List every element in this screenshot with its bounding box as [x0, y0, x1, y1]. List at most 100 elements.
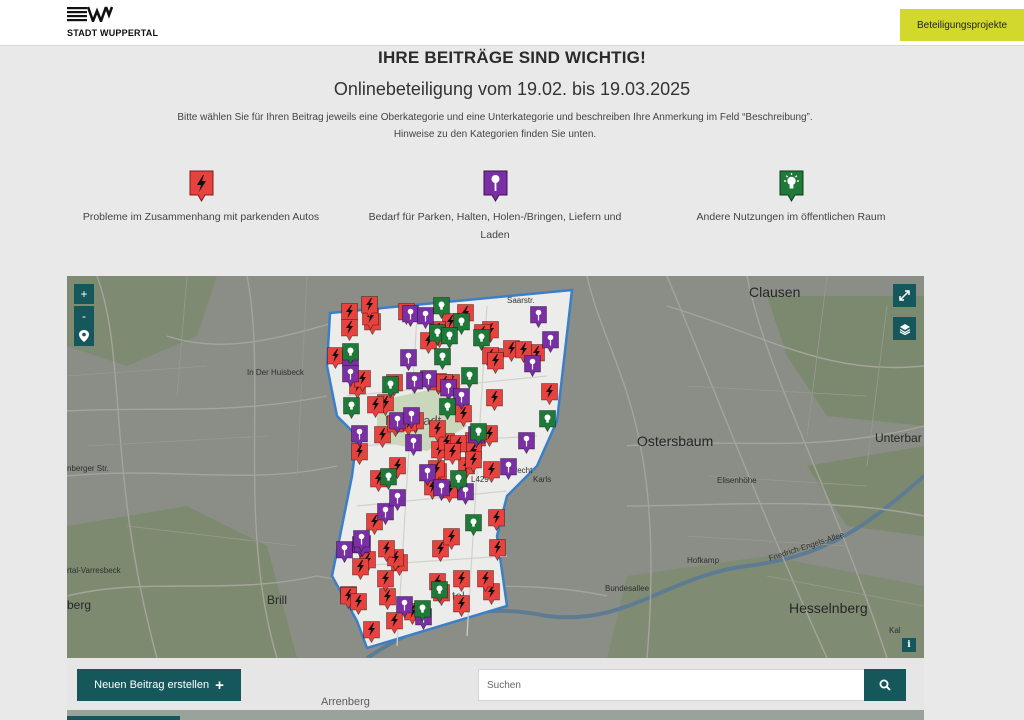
intro-line-1: Bitte wählen Sie für Ihren Beitrag jewei…: [177, 112, 813, 123]
map-marker-pin[interactable]: [395, 595, 413, 618]
new-contribution-label: Neuen Beitrag erstellen: [94, 679, 210, 691]
map-marker-pin[interactable]: [402, 406, 420, 429]
lightbulb-icon: [779, 170, 803, 202]
map-marker-lightning[interactable]: [377, 570, 395, 593]
map-marker-lightning[interactable]: [361, 296, 379, 319]
layers-button[interactable]: [893, 317, 916, 340]
map-marker-lightbulb[interactable]: [538, 409, 556, 432]
category-label: Andere Nutzungen im öffentlichen Raum: [696, 211, 886, 223]
plus-icon: +: [215, 676, 224, 694]
new-contribution-button[interactable]: Neuen Beitrag erstellen +: [77, 669, 241, 701]
map-label-in-der-huisbeck: In Der Huisbeck: [247, 368, 304, 377]
map-label-ostersbaum: Ostersbaum: [637, 433, 714, 449]
search-input[interactable]: [478, 669, 865, 701]
map-marker-lightning[interactable]: [487, 509, 505, 532]
map-marker-lightning[interactable]: [465, 450, 482, 473]
map-label-elisenhohe: Elisenhöhe: [717, 476, 757, 485]
map-label-hesselnberg: Hesselnberg: [789, 600, 868, 616]
map-marker-lightning[interactable]: [489, 539, 506, 562]
map-marker-pin[interactable]: [500, 458, 518, 481]
map-label-brill: Brill: [267, 593, 287, 607]
pin-icon: [483, 170, 507, 202]
map-label-varresbeck: rtal-Varresbeck: [67, 566, 121, 575]
map-marker-lightning[interactable]: [444, 442, 461, 465]
map-marker-pin[interactable]: [420, 369, 438, 392]
logo-mark-icon: [67, 6, 113, 22]
beteiligungsprojekte-button[interactable]: Beteiligungsprojekte: [900, 9, 1024, 41]
map-marker-pin[interactable]: [399, 348, 417, 371]
locate-button[interactable]: [74, 326, 94, 346]
tab-indicator: [67, 716, 180, 720]
map-marker-pin[interactable]: [335, 540, 353, 563]
map-action-bar: Arrenberg Neuen Beitrag erstellen +: [67, 658, 924, 720]
category-label: Probleme im Zusammenhang mit parkenden A…: [82, 211, 320, 223]
map-marker-pin[interactable]: [342, 365, 359, 388]
map-marker-lightbulb[interactable]: [380, 468, 398, 491]
map-marker-pin[interactable]: [388, 489, 406, 512]
map-label-hofkamp: Hofkamp: [687, 556, 720, 565]
map-marker-pin[interactable]: [353, 530, 371, 552]
map-marker-lightbulb[interactable]: [472, 328, 490, 351]
fullscreen-button[interactable]: [893, 284, 916, 307]
page-subtitle: Onlinebeteiligung vom 19.02. bis 19.03.2…: [333, 79, 691, 99]
map-marker-lightbulb[interactable]: [381, 376, 399, 399]
map-label-bundesallee: Bundesallee: [605, 584, 650, 593]
map-marker-lightning[interactable]: [476, 569, 494, 592]
map-marker-lightning[interactable]: [378, 540, 395, 563]
map-label-sonnborner-str: nberger Str.: [67, 464, 109, 473]
map-label-unterbarmen: Unterbar: [875, 431, 922, 445]
map-marker-pin[interactable]: [351, 424, 369, 447]
map-marker-lightbulb[interactable]: [434, 347, 452, 370]
map-marker-lightbulb[interactable]: [413, 600, 431, 623]
map-label-karls: Karls: [533, 475, 552, 484]
map-marker-lightbulb[interactable]: [433, 297, 451, 320]
intro-line-2: Hinweise zu den Kategorien finden Sie un…: [393, 129, 597, 140]
zoom-out-button[interactable]: -: [74, 306, 94, 326]
page-title: IHRE BEITRÄGE SIND WICHTIG!: [378, 48, 646, 67]
category-parking-need: Bedarf für Parken, Halten, Holen-/Bringe…: [355, 170, 635, 244]
map-marker-pin[interactable]: [405, 372, 423, 395]
map-marker-lightning[interactable]: [341, 318, 359, 341]
map-marker-lightbulb[interactable]: [470, 422, 488, 445]
map-label-clausen: Clausen: [749, 284, 801, 300]
map-marker-lightbulb[interactable]: [439, 398, 457, 420]
participation-map[interactable]: Clausen Nordstadt Ostersbaum Unterbar Br…: [67, 276, 924, 658]
map-marker-lightbulb[interactable]: [431, 581, 449, 604]
map-marker-lightbulb[interactable]: [464, 514, 482, 537]
map-marker-pin[interactable]: [529, 305, 547, 328]
map-marker-pin[interactable]: [524, 354, 542, 377]
map-marker-pin[interactable]: [541, 330, 559, 353]
map-marker-lightning[interactable]: [351, 557, 369, 580]
map-marker-lightbulb[interactable]: [342, 342, 360, 365]
wuppertal-logo[interactable]: STADT WUPPERTAL: [67, 6, 167, 40]
map-marker-lightning[interactable]: [452, 570, 470, 593]
map-marker-lightning[interactable]: [540, 383, 558, 406]
category-parking-problems: Probleme im Zusammenhang mit parkenden A…: [67, 170, 335, 226]
map-marker-lightning[interactable]: [443, 528, 460, 550]
search-button[interactable]: [864, 669, 906, 701]
search-icon: [879, 679, 891, 691]
map-label-saarstr: Saarstr.: [507, 296, 535, 305]
map-marker-pin[interactable]: [432, 478, 450, 501]
zoom-in-button[interactable]: +: [74, 284, 94, 304]
map-marker-lightning[interactable]: [350, 592, 368, 615]
map-info-button[interactable]: i: [902, 638, 916, 652]
map-marker-pin[interactable]: [517, 432, 535, 454]
map-marker-lightbulb[interactable]: [342, 396, 360, 419]
map-marker-lightning[interactable]: [366, 396, 384, 419]
map-marker-lightning[interactable]: [428, 420, 446, 443]
map-marker-lightning[interactable]: [483, 460, 501, 483]
map-marker-lightning[interactable]: [453, 595, 471, 617]
map-label-elberg: berg: [67, 598, 92, 612]
map-marker-lightning[interactable]: [362, 621, 380, 644]
category-other-uses: Andere Nutzungen im öffentlichen Raum: [660, 170, 922, 226]
map-marker-pin[interactable]: [405, 433, 423, 456]
map-marker-lightbulb[interactable]: [441, 326, 459, 349]
map-marker-lightbulb[interactable]: [450, 470, 468, 492]
layers-icon: [899, 323, 910, 335]
intro-text: Bitte wählen Sie für Ihren Beitrag jewei…: [120, 109, 870, 143]
map-marker-lightning[interactable]: [486, 351, 504, 374]
lightning-icon: [189, 170, 213, 202]
map-marker-lightbulb[interactable]: [460, 367, 478, 390]
map-marker-lightning[interactable]: [485, 388, 503, 411]
